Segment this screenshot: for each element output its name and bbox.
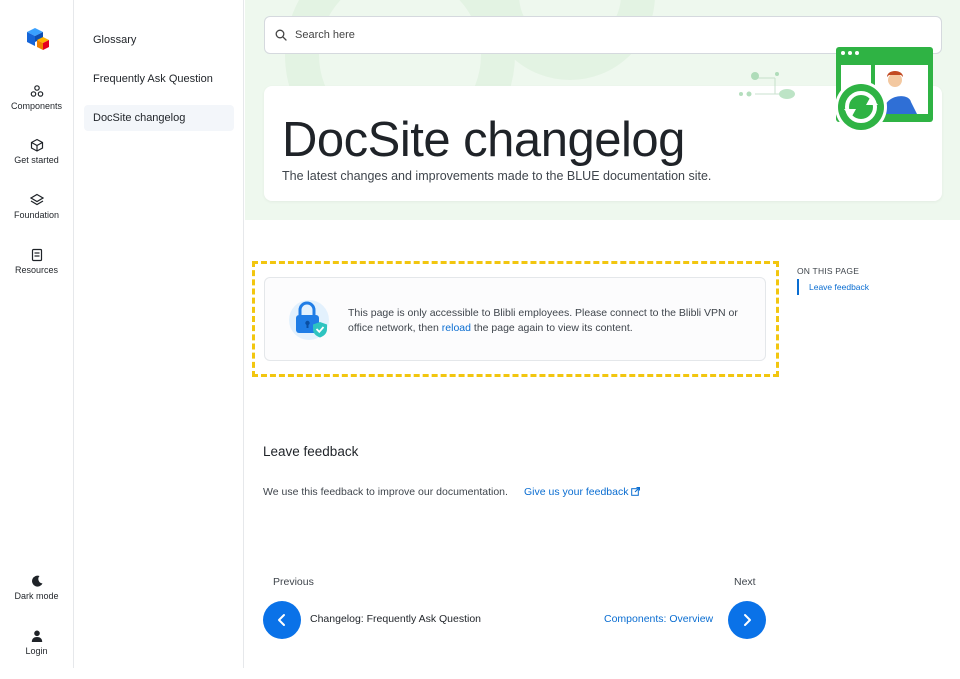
feedback-heading: Leave feedback xyxy=(263,444,359,459)
page-title: DocSite changelog xyxy=(282,113,685,167)
rail-item-get-started[interactable]: Get started xyxy=(0,138,73,165)
changelog-illustration xyxy=(739,47,933,133)
rail-item-resources[interactable]: Resources xyxy=(0,248,73,275)
dark-mode-toggle[interactable]: Dark mode xyxy=(0,574,73,601)
page-subtitle: The latest changes and improvements made… xyxy=(282,169,712,183)
access-notice: This page is only accessible to Blibli e… xyxy=(264,277,766,361)
layers-icon xyxy=(29,193,44,206)
rail-item-foundation[interactable]: Foundation xyxy=(0,193,73,220)
blue-logo[interactable] xyxy=(24,26,50,52)
external-link-icon xyxy=(631,486,641,496)
subnav-item-glossary[interactable]: Glossary xyxy=(84,27,234,53)
previous-page-title[interactable]: Changelog: Frequently Ask Question xyxy=(310,613,481,625)
login-button[interactable]: Login xyxy=(0,629,73,656)
chevron-left-icon xyxy=(278,614,285,626)
components-icon xyxy=(30,85,43,97)
rail-label-components: Components xyxy=(10,101,63,111)
toc-link-leave-feedback[interactable]: Leave feedback xyxy=(797,279,869,295)
icon-rail: Components Get started Foundation Resour… xyxy=(0,0,74,668)
rail-label-resources: Resources xyxy=(14,265,59,275)
give-feedback-label: Give us your feedback xyxy=(524,486,629,498)
rail-item-components[interactable]: Components xyxy=(0,84,73,111)
chevron-right-icon xyxy=(744,614,751,626)
subnav-item-faq[interactable]: Frequently Ask Question xyxy=(84,66,234,92)
moon-icon xyxy=(31,575,42,587)
previous-page-button[interactable] xyxy=(263,601,301,639)
main-content: DocSite changelog The latest changes and… xyxy=(245,0,960,679)
previous-label: Previous xyxy=(273,576,314,588)
rail-label-foundation: Foundation xyxy=(13,210,60,220)
toc-title: ON THIS PAGE xyxy=(797,266,860,276)
next-page-button[interactable] xyxy=(728,601,766,639)
give-feedback-link[interactable]: Give us your feedback xyxy=(524,486,641,498)
user-icon xyxy=(31,630,42,642)
feedback-text: We use this feedback to improve our docu… xyxy=(263,486,508,498)
notice-text-end: the page again to view its content. xyxy=(470,322,633,334)
next-page-title[interactable]: Components: Overview xyxy=(604,613,713,625)
lock-shield-icon xyxy=(289,300,329,340)
search-icon xyxy=(275,29,287,41)
resources-subnav: Glossary Frequently Ask Question DocSite… xyxy=(74,0,244,668)
reload-link[interactable]: reload xyxy=(442,322,471,334)
login-label: Login xyxy=(25,646,48,656)
subnav-item-docsite-changelog[interactable]: DocSite changelog xyxy=(84,105,234,131)
rail-label-get-started: Get started xyxy=(14,155,59,165)
book-icon xyxy=(31,248,42,262)
next-label: Next xyxy=(734,576,756,588)
cube-icon xyxy=(30,138,43,152)
dark-mode-label: Dark mode xyxy=(14,591,59,601)
notice-text: This page is only accessible to Blibli e… xyxy=(348,306,753,336)
search-input[interactable] xyxy=(295,25,915,45)
